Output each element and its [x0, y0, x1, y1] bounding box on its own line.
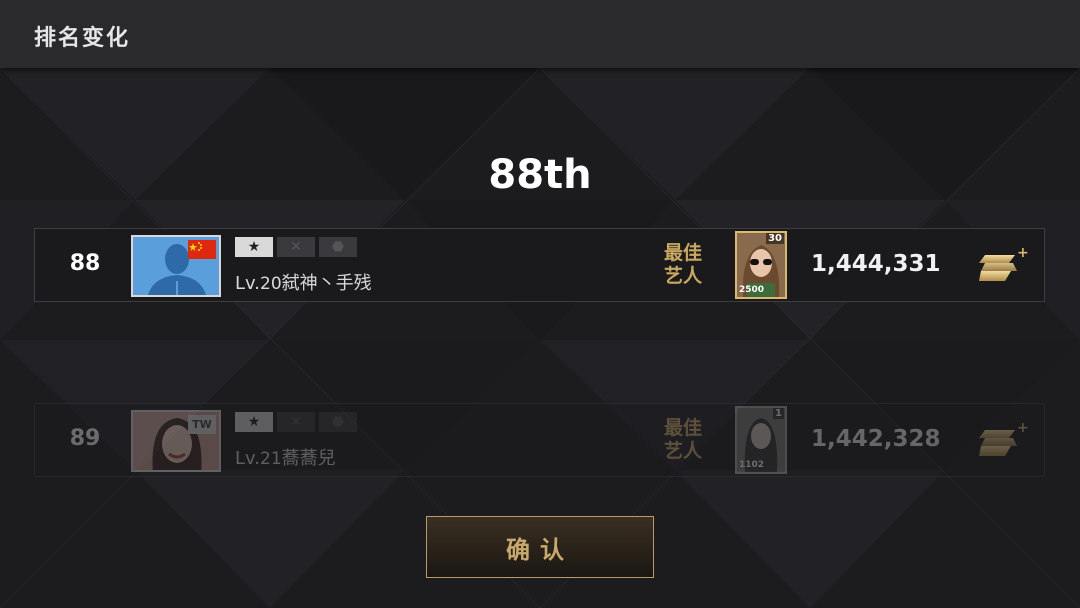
player-level: 21 — [260, 449, 282, 469]
china-flag-icon — [188, 240, 216, 259]
rank-badge-icon[interactable]: ✕ — [277, 412, 315, 432]
header-bar: 排名变化 — [0, 0, 1080, 68]
star-badge-icon[interactable]: ★ — [235, 412, 273, 432]
badge-group: ★ ✕ ⬣ — [235, 237, 357, 257]
player-level-name: Lv.20弑神丶手残 — [235, 269, 372, 295]
card-level: 1 — [773, 408, 784, 419]
confirm-button-label: 确认 — [506, 535, 574, 564]
card-power: 2500 — [739, 285, 765, 295]
row-rank: 88 — [69, 251, 101, 276]
rank-badge-icon[interactable]: ✕ — [277, 237, 315, 257]
player-level: 20 — [260, 274, 282, 294]
avatar[interactable]: TW — [131, 410, 221, 472]
player-name: 蕎蕎兒 — [281, 448, 336, 469]
lv-prefix: Lv. — [235, 273, 261, 294]
rank-heading: 88th — [488, 152, 592, 198]
s-plus-currency-icon: + — [979, 245, 1029, 281]
rank-badge-icon[interactable]: ⬣ — [319, 237, 357, 257]
best-artist-card[interactable]: 30 2500 — [735, 231, 787, 299]
avatar[interactable] — [131, 235, 221, 297]
svg-text:+: + — [1017, 420, 1029, 436]
s-plus-currency-icon: + — [979, 420, 1029, 456]
row-rank: 89 — [69, 426, 101, 451]
card-power: 1102 — [739, 460, 765, 470]
badge-group: ★ ✕ ⬣ — [235, 412, 357, 432]
best-artist-label: 最佳 艺人 — [663, 242, 702, 287]
best-artist-card[interactable]: 1 1102 — [735, 406, 787, 474]
best-artist-label: 最佳 艺人 — [663, 417, 702, 462]
lv-prefix: Lv. — [235, 448, 261, 469]
score: 1,444,331 — [811, 251, 941, 277]
star-badge-icon[interactable]: ★ — [235, 237, 273, 257]
page-title: 排名变化 — [34, 26, 131, 51]
region-tag: TW — [188, 415, 216, 434]
rank-badge-icon[interactable]: ⬣ — [319, 412, 357, 432]
confirm-button[interactable]: 确认 — [426, 516, 654, 578]
ranking-row-current: 88 ★ ✕ ⬣ Lv.20弑神丶手残 最佳 艺人 30 2500 1,444,… — [34, 228, 1045, 302]
score: 1,442,328 — [811, 426, 941, 452]
card-level: 30 — [766, 233, 784, 244]
player-name: 弑神丶手残 — [281, 273, 372, 294]
player-level-name: Lv.21蕎蕎兒 — [235, 444, 336, 470]
svg-text:+: + — [1017, 245, 1029, 261]
ranking-row-next: 89 TW ★ ✕ ⬣ Lv.21蕎蕎兒 最佳 艺人 1 1102 1,442,3… — [34, 403, 1045, 477]
